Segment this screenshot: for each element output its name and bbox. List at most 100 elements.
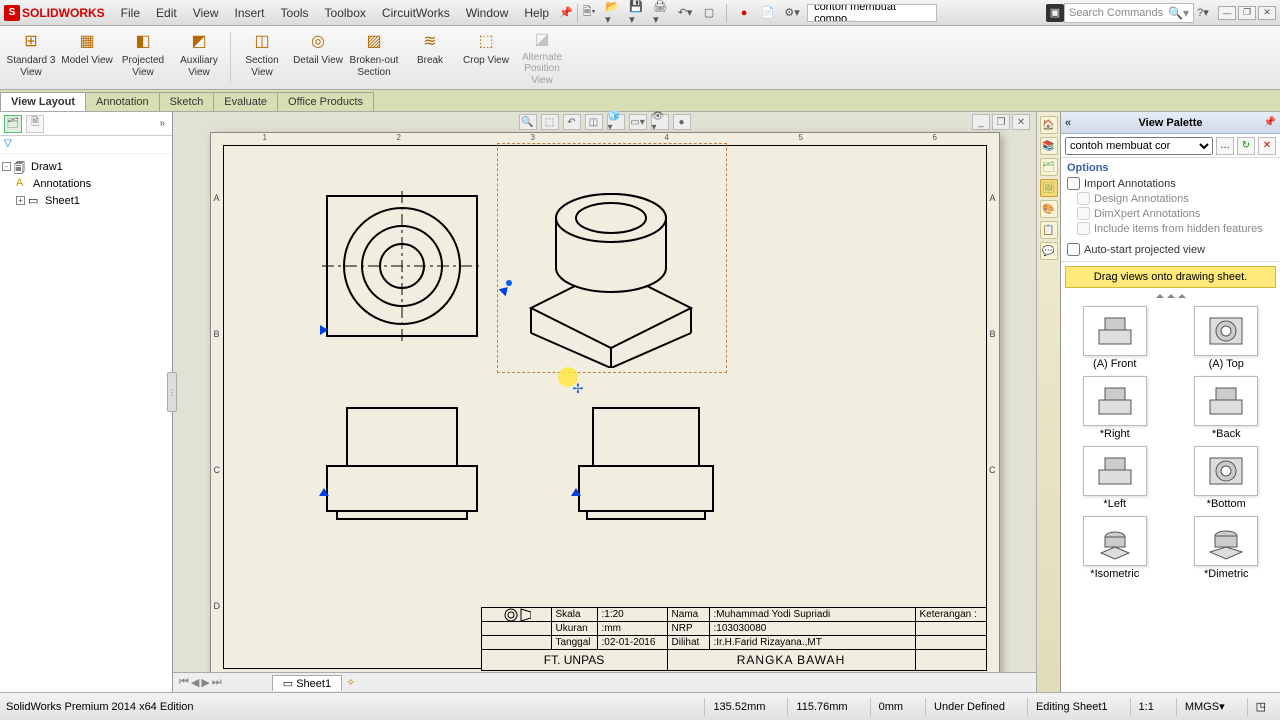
menu-edit[interactable]: Edit [148, 6, 185, 20]
view-thumb-isometric[interactable]: *Isometric [1073, 516, 1157, 580]
tab-evaluate[interactable]: Evaluate [213, 92, 278, 111]
vieworientation-icon[interactable]: 🧊▾ [607, 114, 625, 130]
settings-icon[interactable]: ⚙▾ [783, 4, 801, 22]
hideshow-icon[interactable]: 👁▾ [651, 114, 669, 130]
scroll-next-icon[interactable]: ▶ [201, 676, 209, 689]
command-window-icon[interactable]: ▣ [1046, 4, 1064, 22]
scroll-first-icon[interactable]: ⏮ [179, 676, 189, 689]
doc-min-icon[interactable]: _ [972, 114, 990, 130]
menu-insert[interactable]: Insert [227, 6, 273, 20]
design-library-icon[interactable]: 📚 [1040, 137, 1058, 155]
rebuild-icon[interactable]: ● [735, 4, 753, 22]
view-thumb-top[interactable]: (A) Top [1184, 306, 1268, 370]
view-palette-tab-icon[interactable]: 🖼 [1040, 179, 1058, 197]
undo-icon[interactable]: ↶▾ [676, 4, 694, 22]
tree-root[interactable]: - 🗐 Draw1 [2, 158, 170, 175]
scroll-last-icon[interactable]: ⏭ [212, 676, 222, 689]
new-icon[interactable]: 🗎▾ [580, 4, 598, 22]
view-right[interactable] [571, 403, 721, 523]
opt-import-annotations[interactable]: Import Annotations [1067, 176, 1274, 191]
tree-sheet1[interactable]: + ▭ Sheet1 [2, 192, 170, 209]
palette-refresh-icon[interactable]: ↻ [1237, 137, 1255, 155]
menu-view[interactable]: View [185, 6, 227, 20]
print-icon[interactable]: 🖨▾ [652, 4, 670, 22]
propertymanager-tab-icon[interactable]: 🗎 [26, 115, 44, 133]
menu-pin-icon[interactable]: 📌 [557, 4, 575, 22]
btn-crop-view[interactable]: ⬚Crop View [459, 28, 513, 87]
close-button[interactable]: ✕ [1258, 6, 1276, 20]
btn-projected-view[interactable]: ◧Projected View [116, 28, 170, 87]
featuremanager-tab-icon[interactable]: 🗂 [4, 115, 22, 133]
tab-office-products[interactable]: Office Products [277, 92, 374, 111]
open-icon[interactable]: 📂▾ [604, 4, 622, 22]
opt-autostart[interactable]: Auto-start projected view [1067, 242, 1274, 257]
editscene-icon[interactable]: ● [673, 114, 691, 130]
view-thumb-dimetric[interactable]: *Dimetric [1184, 516, 1268, 580]
menu-window[interactable]: Window [458, 6, 517, 20]
menu-circuitworks[interactable]: CircuitWorks [374, 6, 458, 20]
palette-clear-icon[interactable]: ✕ [1258, 137, 1276, 155]
doc-max-icon[interactable]: ❐ [992, 114, 1010, 130]
zoomarea-icon[interactable]: ⬚ [541, 114, 559, 130]
palette-browse-button[interactable]: … [1216, 137, 1234, 155]
view-front[interactable] [317, 403, 487, 523]
appearances-icon[interactable]: 🎨 [1040, 200, 1058, 218]
sectionview-hud-icon[interactable]: ◫ [585, 114, 603, 130]
view-thumb-back[interactable]: *Back [1184, 376, 1268, 440]
menu-tools[interactable]: Tools [273, 6, 317, 20]
btn-model-view[interactable]: ▦Model View [60, 28, 114, 87]
minimize-button[interactable]: — [1218, 6, 1236, 20]
btn-brokenout-section[interactable]: ▨Broken-out Section [347, 28, 401, 87]
btn-auxiliary-view[interactable]: ◩Auxiliary View [172, 28, 226, 87]
panel-splitter[interactable]: ⋮ [167, 372, 177, 412]
drawing-sheet[interactable]: 1 2 3 4 5 6 1 2 A B C D A B C [210, 132, 1000, 682]
menu-help[interactable]: Help [516, 6, 557, 20]
save-icon[interactable]: 💾▾ [628, 4, 646, 22]
add-sheet-icon[interactable]: ✧ [346, 676, 355, 689]
displaystyle-icon[interactable]: ▭▾ [629, 114, 647, 130]
view-top[interactable] [317, 191, 487, 341]
tab-sketch[interactable]: Sketch [159, 92, 215, 111]
menu-file[interactable]: File [113, 6, 148, 20]
file-explorer-icon[interactable]: 🗂 [1040, 158, 1058, 176]
scroll-prev-icon[interactable]: ◀ [191, 676, 199, 689]
expand-icon[interactable]: + [16, 196, 25, 205]
search-commands[interactable]: Search Commands 🔍▾ [1064, 3, 1194, 23]
sheet-tab[interactable]: ▭ Sheet1 [272, 675, 342, 691]
prevview-icon[interactable]: ↶ [563, 114, 581, 130]
btn-break[interactable]: ≋Break [403, 28, 457, 87]
options-icon[interactable]: 📄 [759, 4, 777, 22]
palette-splitter-icon[interactable] [1061, 294, 1280, 298]
tree-annotations[interactable]: A Annotations [2, 175, 170, 192]
zoomfit-icon[interactable]: 🔍 [519, 114, 537, 130]
restore-button[interactable]: ❐ [1238, 6, 1256, 20]
palette-collapse-icon[interactable]: « [1065, 117, 1071, 129]
custom-properties-icon[interactable]: 📋 [1040, 221, 1058, 239]
solidworks-resources-icon[interactable]: 🏠 [1040, 116, 1058, 134]
view-thumb-bottom[interactable]: *Bottom [1184, 446, 1268, 510]
view-isometric[interactable] [501, 168, 721, 368]
select-icon[interactable]: ▢ [700, 4, 718, 22]
view-thumb-right[interactable]: *Right [1073, 376, 1157, 440]
tree-filter[interactable]: ▽ [0, 136, 172, 154]
menu-toolbox[interactable]: Toolbox [317, 6, 374, 20]
status-scale[interactable]: 1:1 [1130, 698, 1162, 716]
tab-annotation[interactable]: Annotation [85, 92, 160, 111]
tab-view-layout[interactable]: View Layout [0, 92, 86, 111]
tree-expand-icon[interactable]: » [156, 118, 168, 129]
btn-section-view[interactable]: ◫Section View [235, 28, 289, 87]
btn-standard3view[interactable]: ⊞Standard 3 View [4, 28, 58, 87]
drawing-canvas[interactable]: 🔍 ⬚ ↶ ◫ 🧊▾ ▭▾ 👁▾ ● _ ❐ ✕ 1 2 3 4 5 6 1 [173, 112, 1036, 692]
collapse-icon[interactable]: - [2, 162, 11, 171]
btn-detail-view[interactable]: ◎Detail View [291, 28, 345, 87]
status-extra-icon[interactable]: ◳ [1247, 698, 1274, 716]
status-units[interactable]: MMGS ▾ [1176, 698, 1233, 716]
help-icon[interactable]: ?▾ [1194, 4, 1212, 22]
doc-close-icon[interactable]: ✕ [1012, 114, 1030, 130]
view-thumb-left[interactable]: *Left [1073, 446, 1157, 510]
forum-icon[interactable]: 💬 [1040, 242, 1058, 260]
palette-document-select[interactable]: contoh membuat cor [1065, 137, 1213, 155]
active-document[interactable]: contoh membuat compo... [807, 4, 937, 22]
palette-pin-icon[interactable]: 📌 [1264, 117, 1276, 128]
view-thumb-front[interactable]: (A) Front [1073, 306, 1157, 370]
